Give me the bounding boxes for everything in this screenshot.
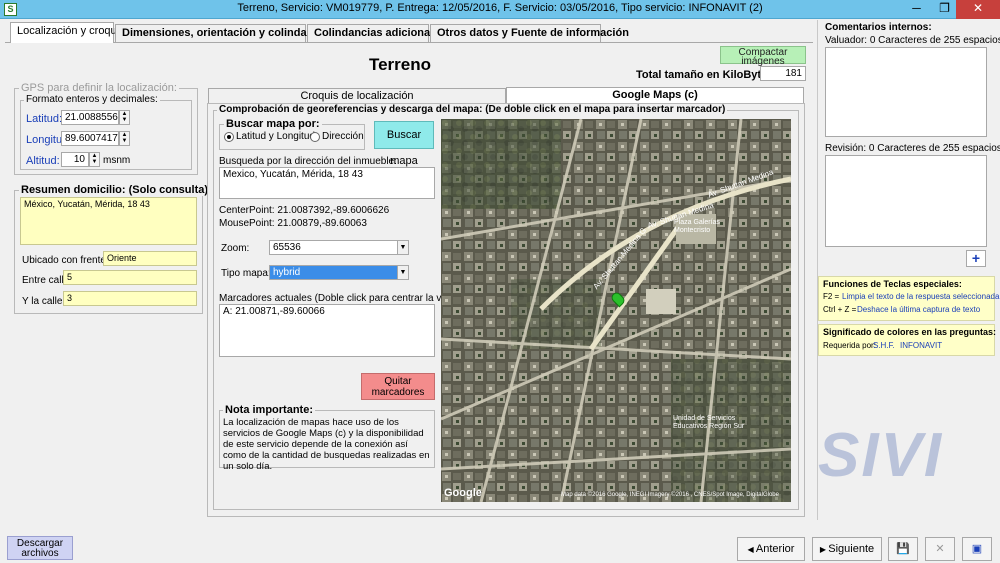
alt-spinner[interactable]: ▲ ▼ <box>89 152 100 167</box>
f2-key: F2 = <box>823 292 840 301</box>
compact-images-button[interactable]: Compactar imágenes <box>720 46 806 67</box>
arrow-left-icon: ◀ <box>747 545 756 554</box>
map-place-label: Unidad de Servicios Educativos Región Su… <box>673 415 745 430</box>
maximize-button[interactable]: ❐ <box>931 0 958 19</box>
satellite-map[interactable]: Av. Shuttan Medina Av. Shuttan Medina G … <box>441 119 791 502</box>
tab-otros-datos[interactable]: Otros datos y Fuente de información <box>430 24 629 42</box>
prev-label: Anterior <box>755 543 795 555</box>
map-place-label: Plaza Galerías Montecristo <box>674 219 720 234</box>
next-button[interactable]: ▶ Siguiente <box>812 537 882 561</box>
tab-strip-line <box>5 42 813 43</box>
alt-label: Altitud: <box>26 155 60 167</box>
zoom-label: Zoom: <box>221 243 250 254</box>
radio-latlon[interactable] <box>224 132 234 142</box>
mouse-point: MousePoint: 21.00879,-89.60063 <box>219 218 367 229</box>
lat-spinner[interactable]: ▲ ▼ <box>119 110 130 125</box>
ylacalle-value[interactable]: 3 <box>63 291 197 306</box>
map-copyright: Map data ©2016 Google, INEGI Imagery ©20… <box>561 492 779 498</box>
lat-input[interactable]: 21.0088556 <box>61 110 119 125</box>
download-files-button[interactable]: Descargar archivos <box>7 536 73 560</box>
address-label: Busqueda por la dirección del inmueble: <box>219 156 397 167</box>
arrow-right-icon: ▶ <box>819 545 829 554</box>
prev-button[interactable]: ◀ Anterior <box>737 537 805 561</box>
tab-dimensiones[interactable]: Dimensiones, orientación y colindancias <box>115 24 335 42</box>
markers-list[interactable]: A: 21.00871,-89.60066 <box>219 304 435 357</box>
tab-colindancias[interactable]: Colindancias adicionales <box>307 24 445 42</box>
revision-label: Revisión: 0 Caracteres de 255 espacios <box>825 143 1000 154</box>
zoom-select[interactable]: 65536 ▼ <box>269 240 409 255</box>
markers-label: Marcadores actuales (Doble click para ce… <box>219 293 461 304</box>
gps-format-title: Formato enteros y decimales: <box>24 94 160 105</box>
radio-direccion[interactable] <box>310 132 320 142</box>
domicilio-value: México, Yucatán, Mérida, 18 43 <box>20 197 197 245</box>
radio-direccion-label: Dirección <box>322 131 364 142</box>
tab-google-maps[interactable]: Google Maps (c) <box>506 87 804 103</box>
radio-latlon-label: Latitud y Longitud <box>236 131 315 142</box>
search-map-button[interactable]: Buscar mapa <box>374 121 434 167</box>
window-title: Terreno, Servicio: VM019779, P. Entrega:… <box>237 2 763 14</box>
ctrlz-text: Deshace la última captura de texto <box>857 305 981 314</box>
valuador-textarea[interactable] <box>825 47 987 137</box>
chevron-down-icon: ▼ <box>397 266 408 279</box>
f2-text: Limpia el texto de la respuesta seleccio… <box>842 292 1000 301</box>
print-icon[interactable]: ▣ <box>962 537 992 561</box>
ctrlz-key: Ctrl + Z = <box>823 305 857 314</box>
gps-title: GPS para definir la localización: <box>19 82 179 94</box>
valuador-label: Valuador: 0 Caracteres de 255 espacios <box>825 35 1000 46</box>
tipo-select[interactable]: hybrid ▼ <box>269 265 409 280</box>
add-comment-button[interactable]: + <box>966 250 986 267</box>
alt-input[interactable]: 10 <box>61 152 89 167</box>
address-input[interactable]: Mexico, Yucatán, Mérida, 18 43 <box>219 167 435 199</box>
tab-localizacion[interactable]: Localización y croquis <box>10 22 125 43</box>
tipo-value: hybrid <box>273 267 301 278</box>
lon-spinner[interactable]: ▲ ▼ <box>119 131 130 146</box>
save-icon[interactable]: 💾 <box>888 537 918 561</box>
remove-markers-button[interactable]: Quitar marcadores <box>361 373 435 400</box>
close-button[interactable]: ✕ <box>956 0 1000 19</box>
lat-label: Latitud: <box>26 113 63 125</box>
colors-title: Significado de colores en las preguntas: <box>823 327 997 337</box>
req-label: Requerida por: <box>823 341 876 350</box>
req-infonavit: INFONAVIT <box>900 341 943 350</box>
chevron-down-icon: ▼ <box>397 241 408 254</box>
title-bar: S Terreno, Servicio: VM019779, P. Entreg… <box>0 0 1000 19</box>
sivi-watermark: SIVI <box>818 421 944 490</box>
cancel-icon[interactable]: ✕ <box>925 537 955 561</box>
note-text: La localización de mapas hace uso de los… <box>223 417 430 472</box>
page-title: Terreno <box>368 55 432 74</box>
total-size-value: 181 <box>760 66 806 81</box>
georef-header: Comprobación de georeferencias y descarg… <box>217 104 728 115</box>
next-label: Siguiente <box>828 543 875 555</box>
lon-input[interactable]: 89.6007417 <box>61 131 119 146</box>
tab-croquis[interactable]: Croquis de localización <box>208 88 506 103</box>
google-logo: Google <box>444 487 482 499</box>
domicilio-title: Resumen domicilio: (Solo consulta) <box>19 184 211 196</box>
minimize-button[interactable]: ─ <box>903 0 930 19</box>
frente-value[interactable]: Oriente <box>103 251 197 266</box>
map-imagery <box>441 119 791 502</box>
search-by-title: Buscar mapa por: <box>224 118 322 130</box>
zoom-value: 65536 <box>273 242 301 253</box>
frente-label: Ubicado con frente a <box>22 255 115 266</box>
comments-title: Comentarios internos: <box>825 22 932 33</box>
center-point: CenterPoint: 21.0087392,-89.6006626 <box>219 205 390 216</box>
ylacalle-label: Y la calle <box>22 296 63 307</box>
tipo-label: Tipo mapa: <box>221 268 271 279</box>
entre-value[interactable]: 5 <box>63 270 197 285</box>
keys-title: Funciones de Teclas especiales: <box>823 279 962 289</box>
total-size-label: Total tamaño en KiloBytes: <box>636 69 777 81</box>
alt-unit: msnm <box>103 155 131 166</box>
req-shf: S.H.F. <box>873 341 895 350</box>
note-title: Nota importante: <box>223 404 315 416</box>
revision-textarea[interactable] <box>825 155 987 247</box>
